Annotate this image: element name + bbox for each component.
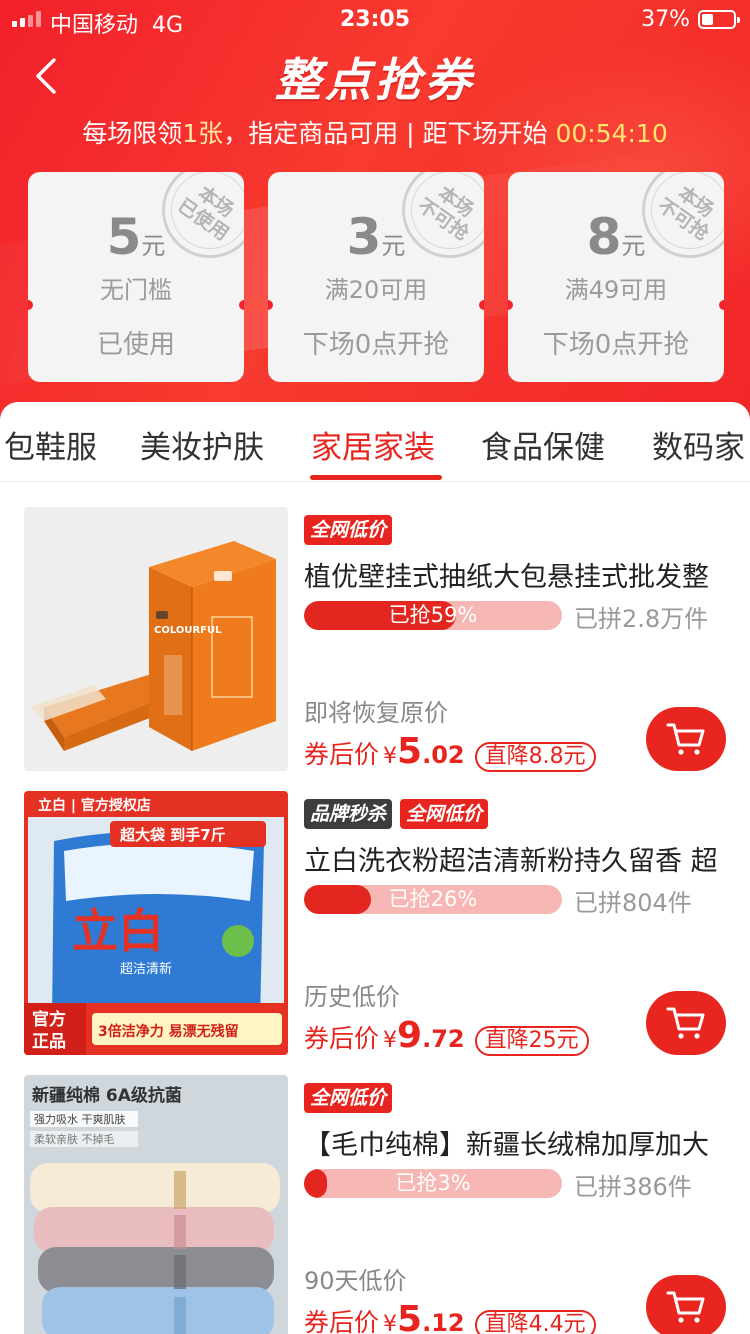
product-image[interactable]: 立白 | 官方授权店 超大袋 到手7斤 立白 超洁清新 官方 正品 3倍洁净力 …	[24, 791, 288, 1055]
coupon-state: 下场0点开抢	[542, 330, 690, 360]
sold-count: 已拼804件	[574, 889, 692, 917]
svg-text:正品: 正品	[32, 1032, 66, 1052]
category-tabs: 包鞋服 美妆护肤 家居家装 食品保健 数码家	[0, 402, 750, 482]
image-slogan-text: 3倍洁净力 易漂无残留	[98, 1023, 239, 1040]
promo-tag: 全网低价	[304, 1083, 393, 1113]
tab-food-health[interactable]: 食品保健	[481, 422, 605, 467]
product-brand-text: COLOURFUL	[154, 625, 222, 636]
coupon-condition: 满49可用	[564, 276, 668, 304]
sold-count: 已拼386件	[574, 1173, 692, 1201]
coupon-state: 下场0点开抢	[302, 330, 450, 360]
add-to-cart-button[interactable]	[646, 1275, 726, 1334]
sold-count: 已拼2.8万件	[574, 605, 709, 633]
coupon-price: 券后价 ¥ 5 .12 直降4.4元	[304, 1299, 596, 1334]
product-image[interactable]: 新疆纯棉 6A级抗菌 强力吸水 干爽肌肤 柔软亲肤 不掉毛	[24, 1075, 288, 1334]
product-title[interactable]: 【毛巾纯棉】新疆长绒棉加厚加大	[304, 1123, 724, 1162]
product-card[interactable]: COLOURFUL 全网低价 植优壁挂式抽纸大包悬挂式批发整 已抢59% 已拼2…	[0, 507, 750, 791]
coupon-state: 已使用	[96, 330, 175, 360]
price-hint: 历史低价	[304, 983, 400, 1011]
status-bar: 中国移动 4G 23:05 37%	[0, 0, 750, 40]
coupon-condition: 满20可用	[324, 276, 428, 304]
price-hint: 即将恢复原价	[304, 699, 448, 727]
battery-icon	[698, 10, 740, 29]
image-brand-text: 立白	[72, 904, 164, 958]
official-badge-text: 官方	[32, 1009, 66, 1030]
discount-badge: 直降4.4元	[474, 1310, 596, 1334]
cart-icon	[666, 1291, 705, 1323]
svg-text:柔软亲肤 不掉毛: 柔软亲肤 不掉毛	[34, 1132, 115, 1146]
product-card[interactable]: 立白 | 官方授权店 超大袋 到手7斤 立白 超洁清新 官方 正品 3倍洁净力 …	[0, 791, 750, 1075]
coupon-amount: 5元	[106, 208, 166, 266]
image-headline-text: 新疆纯棉 6A级抗菌	[32, 1085, 182, 1106]
grab-progress-bar: 已抢3%	[304, 1169, 562, 1198]
grab-progress-bar: 已抢59%	[304, 601, 562, 630]
coupon-card[interactable]: 本场 已使用 5元 无门槛 已使用	[28, 172, 244, 382]
price-hint: 90天低价	[304, 1267, 407, 1295]
add-to-cart-button[interactable]	[646, 707, 726, 771]
image-sub-text: 超洁清新	[120, 961, 172, 977]
product-tags: 品牌秒杀 全网低价	[304, 799, 489, 829]
discount-badge: 直降8.8元	[474, 742, 596, 772]
svg-text:强力吸水 干爽肌肤: 强力吸水 干爽肌肤	[34, 1112, 126, 1126]
tab-home-decor[interactable]: 家居家装	[311, 422, 435, 467]
coupon-card[interactable]: 本场 不可抢 8元 满49可用 下场0点开抢	[508, 172, 724, 382]
add-to-cart-button[interactable]	[646, 991, 726, 1055]
product-card[interactable]: 新疆纯棉 6A级抗菌 强力吸水 干爽肌肤 柔软亲肤 不掉毛 全网低价 【毛巾纯棉…	[0, 1075, 750, 1334]
battery-percent: 37%	[641, 7, 690, 32]
product-image[interactable]: COLOURFUL	[24, 507, 288, 771]
product-title[interactable]: 植优壁挂式抽纸大包悬挂式批发整	[304, 555, 724, 594]
product-tags: 全网低价	[304, 515, 393, 545]
promo-tag: 全网低价	[304, 515, 393, 545]
tab-beauty-skincare[interactable]: 美妆护肤	[140, 422, 264, 467]
promo-tag: 品牌秒杀	[304, 799, 393, 829]
tab-bags-shoes-clothes[interactable]: 包鞋服	[4, 422, 97, 467]
session-rule: 每场限领1张，指定商品可用 | 距下场开始 00:54:10	[82, 119, 668, 148]
product-tags: 全网低价	[304, 1083, 393, 1113]
coupon-price: 券后价 ¥ 9 .72 直降25元	[304, 1015, 589, 1056]
page-title: 整点抢券	[275, 53, 475, 107]
coupon-price: 券后价 ¥ 5 .02 直降8.8元	[304, 731, 596, 772]
coupon-card[interactable]: 本场 不可抢 3元 满20可用 下场0点开抢	[268, 172, 484, 382]
coupon-condition: 无门槛	[100, 276, 172, 304]
countdown-timer: 00:54:10	[555, 119, 668, 148]
image-banner-text: 超大袋 到手7斤	[119, 826, 226, 844]
clock: 23:05	[339, 7, 411, 32]
store-label: 立白 | 官方授权店	[38, 797, 151, 814]
active-tab-indicator	[310, 475, 442, 480]
coupon-amount: 3元	[346, 208, 406, 266]
cart-icon	[666, 723, 705, 755]
cart-icon	[666, 1007, 705, 1039]
discount-badge: 直降25元	[474, 1026, 589, 1056]
grab-progress-bar: 已抢26%	[304, 885, 562, 914]
promo-tag: 全网低价	[400, 799, 489, 829]
tab-digital[interactable]: 数码家	[652, 422, 745, 467]
coupon-amount: 8元	[586, 208, 646, 266]
product-title[interactable]: 立白洗衣粉超洁清新粉持久留香 超	[304, 839, 724, 878]
